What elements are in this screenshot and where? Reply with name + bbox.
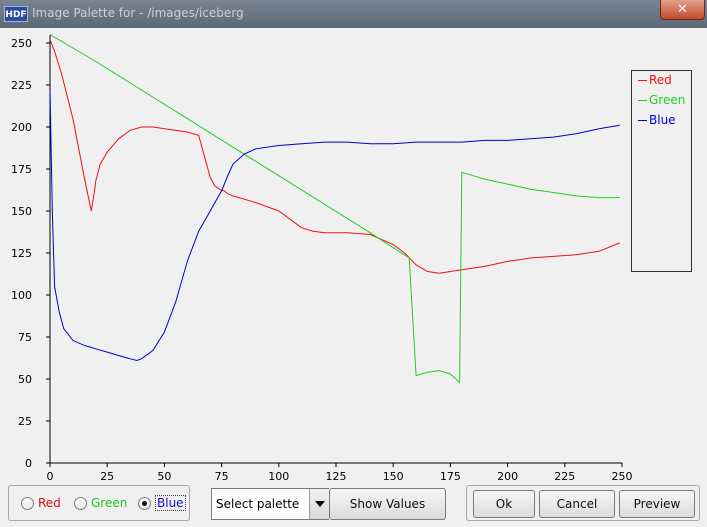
x-tick-label: 25	[100, 470, 114, 480]
x-tick-label: 250	[612, 470, 633, 480]
legend-item-blue: Blue	[638, 113, 676, 127]
y-tick-label: 175	[11, 163, 32, 176]
show-values-button[interactable]: Show Values	[329, 488, 446, 520]
x-tick-label: 75	[215, 470, 229, 480]
series-line-green	[49, 34, 620, 384]
x-tick-label: 0	[47, 470, 54, 480]
close-button[interactable]: ✕	[660, 0, 705, 20]
y-tick-label: 200	[11, 121, 32, 134]
radio-red[interactable]	[21, 497, 34, 510]
chart-legend: Red Green Blue	[631, 70, 692, 272]
y-tick-label: 75	[18, 331, 32, 344]
x-tick-label: 125	[326, 470, 347, 480]
palette-select-value: Select palette	[216, 497, 300, 511]
x-tick-label: 100	[268, 470, 289, 480]
legend-label-green: Green	[649, 93, 686, 107]
chart-svg: 0 25 50 75 100 125 150 175 200 225 250 0 25 50 75 100 12…	[11, 34, 633, 480]
x-tick-label: 50	[157, 470, 171, 480]
y-tick-label: 50	[18, 373, 32, 386]
window-title: Image Palette for - /images/iceberg	[32, 6, 244, 20]
y-tick-label: 0	[25, 457, 32, 470]
y-tick-label: 250	[11, 37, 32, 50]
y-tick-label: 100	[11, 289, 32, 302]
legend-swatch-green	[638, 100, 647, 101]
legend-swatch-blue	[638, 120, 647, 121]
legend-swatch-red	[638, 80, 647, 81]
palette-select[interactable]: Select palette	[211, 488, 329, 520]
radio-label-green[interactable]: Green	[91, 496, 127, 510]
x-tick-label: 175	[440, 470, 461, 480]
radio-label-blue[interactable]: Blue	[155, 495, 186, 511]
x-tick-label: 200	[497, 470, 518, 480]
chevron-down-icon	[315, 501, 325, 507]
radio-green[interactable]	[74, 497, 87, 510]
radio-label-red[interactable]: Red	[38, 496, 61, 510]
y-tick-label: 125	[11, 247, 32, 260]
legend-item-red: Red	[638, 73, 672, 87]
x-tick-label: 150	[383, 470, 404, 480]
y-tick-label: 25	[18, 415, 32, 428]
y-tick-label: 225	[11, 79, 32, 92]
series-line-red	[49, 39, 620, 274]
palette-chart: 0 25 50 75 100 125 150 175 200 225 250 0 25 50 75 100 12…	[0, 28, 707, 480]
y-tick-label: 150	[11, 205, 32, 218]
legend-label-red: Red	[649, 73, 672, 87]
legend-label-blue: Blue	[649, 113, 676, 127]
cancel-button[interactable]: Cancel	[539, 490, 615, 518]
palette-dropdown-button[interactable]	[309, 489, 329, 519]
app-logo-icon: HDF	[4, 6, 28, 22]
ok-button[interactable]: Ok	[473, 490, 535, 518]
legend-item-green: Green	[638, 93, 685, 107]
x-tick-label: 225	[554, 470, 575, 480]
series-line-blue	[49, 89, 620, 362]
channel-radio-group: Red Green Blue	[8, 485, 190, 521]
radio-blue[interactable]	[138, 497, 151, 510]
preview-button[interactable]: Preview	[619, 490, 695, 518]
title-bar: HDF Image Palette for - /images/iceberg …	[0, 0, 707, 28]
